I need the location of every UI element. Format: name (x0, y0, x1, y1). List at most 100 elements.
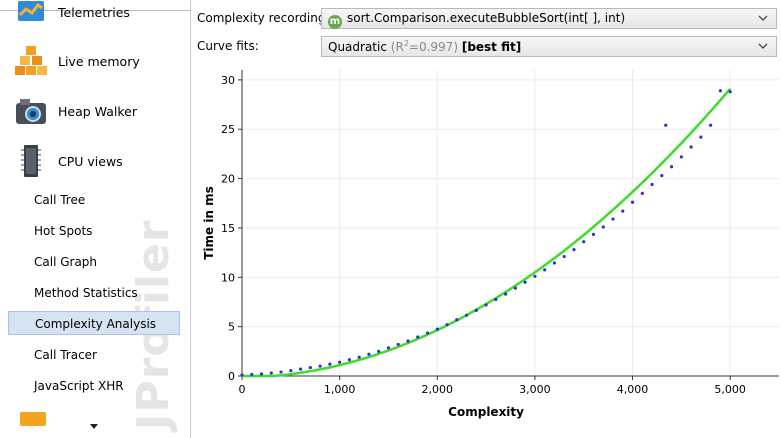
data-point (689, 145, 693, 149)
sidebar-item-method-statistics[interactable]: Method Statistics (8, 281, 180, 305)
data-point (308, 366, 312, 370)
data-point (279, 370, 283, 374)
sidebar-item-call-tree[interactable]: Call Tree (8, 188, 180, 212)
sidebar-item-call-graph[interactable]: Call Graph (8, 250, 180, 274)
chevron-down-icon (758, 43, 768, 49)
data-point (513, 286, 517, 290)
live-memory-icon (14, 44, 48, 78)
data-point (464, 313, 469, 317)
data-point (240, 373, 244, 377)
x-tick-label: 3,000 (519, 383, 551, 396)
measurement-points (240, 89, 732, 377)
scroll-down-arrow-icon[interactable] (90, 424, 98, 429)
curve-fits-row: Curve fits: Quadratic (R2=0.997) [best f… (191, 35, 781, 59)
data-point (416, 335, 420, 339)
camera-icon (14, 94, 48, 128)
recording-label: Complexity recording: (197, 11, 330, 25)
data-point (630, 200, 635, 204)
database-icon[interactable] (20, 412, 46, 426)
sidebar-item-call-tracer[interactable]: Call Tracer (8, 343, 180, 367)
sidebar-item-cpu-views[interactable]: CPU views (14, 141, 123, 181)
data-point (367, 352, 371, 356)
x-tick-label: 1,000 (324, 383, 356, 396)
data-point (504, 292, 508, 296)
sidebar-item-label: CPU views (58, 153, 123, 169)
data-point (406, 339, 410, 343)
y-axis-ticks: 0 5 10 15 20 25 30 (221, 74, 242, 383)
data-point (562, 254, 566, 259)
data-point (699, 135, 703, 139)
data-point (328, 362, 332, 366)
data-point (250, 372, 254, 377)
data-point (709, 123, 713, 127)
sidebar-item-hot-spots[interactable]: Hot Spots (8, 219, 180, 243)
data-point (543, 268, 547, 272)
data-point (660, 174, 664, 178)
x-axis-ticks: 0 1,000 2,000 3,000 4,000 5,000 (239, 376, 746, 396)
y-tick-label: 30 (221, 74, 235, 87)
sidebar-item-heap-walker[interactable]: Heap Walker (14, 91, 137, 131)
data-point (338, 360, 342, 364)
data-point (445, 323, 449, 327)
x-tick-label: 0 (239, 383, 246, 396)
sidebar-item-telemetries[interactable]: Telemetries (14, 0, 130, 32)
data-point (435, 327, 439, 331)
y-axis-label: Time in ms (202, 186, 216, 260)
sidebar-item-label: Telemetries (58, 4, 130, 20)
data-point (611, 217, 615, 221)
y-tick-label: 20 (221, 173, 235, 186)
sidebar-item-javascript-xhr[interactable]: JavaScript XHR (8, 374, 180, 398)
complexity-chart: 0 1,000 2,000 3,000 4,000 5,000 051015202530 … (202, 70, 779, 419)
y-tick-label: 5 (228, 321, 235, 334)
complexity-analysis-panel: Complexity recording: m sort.Comparison.e… (191, 0, 781, 438)
data-point (679, 155, 683, 159)
data-point (582, 240, 586, 244)
data-point (357, 355, 361, 359)
chart-grid (241, 70, 779, 377)
data-point (670, 165, 674, 169)
sidebar-item-complexity-analysis[interactable]: Complexity Analysis (8, 311, 180, 335)
method-badge-icon: m (328, 15, 342, 29)
data-point (386, 346, 391, 350)
recording-dropdown[interactable]: m sort.Comparison.executeBubbleSort(int[ … (321, 8, 777, 29)
data-point (572, 248, 576, 252)
data-point (533, 274, 537, 278)
x-tick-label: 5,000 (714, 383, 746, 396)
data-point (650, 182, 654, 187)
data-point (259, 372, 264, 376)
chevron-down-icon (758, 15, 768, 21)
data-point (347, 358, 351, 362)
curve-fits-label: Curve fits: (197, 39, 259, 53)
data-point (455, 318, 459, 322)
x-axis-label: Complexity (448, 405, 524, 419)
y-tick-label: 25 (221, 123, 235, 136)
data-point (474, 308, 478, 312)
data-point (298, 367, 303, 371)
recording-value: sort.Comparison.executeBubbleSort(int[ ]… (347, 11, 626, 25)
data-point (718, 89, 723, 93)
y-tick-label: 15 (221, 222, 235, 235)
sidebar: JProfiler Telemetries Live memory (0, 0, 191, 438)
sidebar-item-live-memory[interactable]: Live memory (14, 41, 140, 81)
data-point (640, 191, 644, 195)
data-point (396, 342, 400, 347)
data-point (601, 225, 605, 229)
curve-fits-dropdown[interactable]: Quadratic (R2=0.997) [best fit] (321, 36, 777, 57)
fit-type: Quadratic (328, 40, 387, 54)
recording-row: Complexity recording: m sort.Comparison.e… (191, 7, 781, 31)
data-point (318, 364, 322, 368)
cpu-chip-icon (14, 144, 48, 178)
data-point (621, 209, 625, 213)
data-point (728, 90, 732, 94)
y-tick-label: 0 (228, 370, 235, 383)
sidebar-item-label: Live memory (58, 53, 140, 69)
sidebar-item-label: Heap Walker (58, 103, 137, 119)
chart-axes (241, 70, 779, 377)
x-tick-label: 4,000 (617, 383, 649, 396)
telemetries-icon (14, 0, 48, 29)
data-point (289, 368, 293, 373)
data-point (484, 303, 488, 307)
x-tick-label: 2,000 (422, 383, 454, 396)
fit-r-squared: (R2=0.997) (390, 39, 458, 54)
data-point (269, 371, 273, 375)
